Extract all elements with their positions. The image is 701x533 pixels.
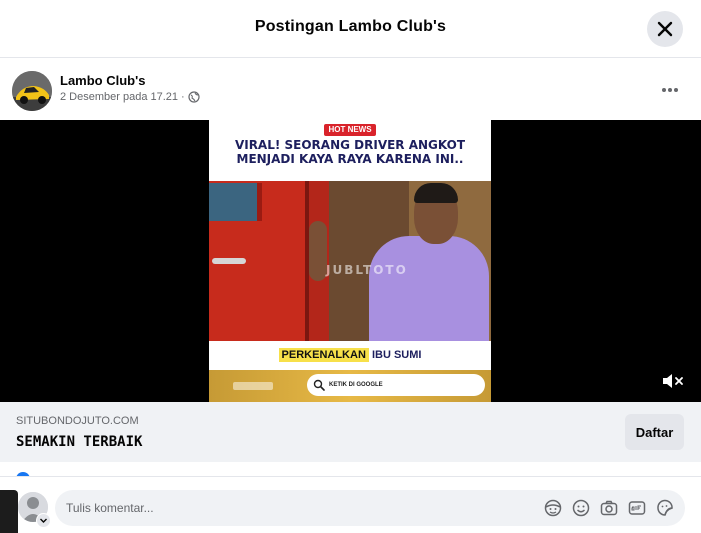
globe-icon [188,91,200,103]
van-handle [212,258,246,264]
headline-line-1: VIRAL! SEORANG DRIVER ANGKOT [234,138,466,152]
video-scene-image: JUBLTOTO [209,181,491,341]
sticker-icon [657,499,673,516]
chevron-down-icon [40,518,47,523]
post-header: Lambo Club's 2 Desember pada 17.21 · [0,58,701,120]
caption-highlight: PERKENALKAN [278,348,369,362]
camera-button[interactable] [599,498,619,518]
avatar-sticker-icon [544,499,562,517]
register-button[interactable]: Daftar [625,414,684,450]
emoji-button[interactable] [571,498,591,518]
close-icon [657,21,673,37]
headline-line-2: MENJADI KAYA RAYA KARENA INI.. [236,152,464,166]
video-headline: VIRAL! SEORANG DRIVER ANGKOT MENJADI KAY… [209,138,491,166]
mute-button[interactable] [660,370,686,392]
gif-icon [628,501,646,515]
page-avatar[interactable] [12,71,52,111]
hot-news-badge: HOT NEWS [324,124,376,136]
sticker-button[interactable] [655,498,675,518]
avatar-switch-button[interactable] [36,513,51,528]
post-meta: 2 Desember pada 17.21 · [60,91,200,103]
side-panel-edge [0,490,18,533]
comment-tools [543,498,675,518]
dialog-title: Postingan Lambo Club's [254,18,447,35]
more-options-icon [662,88,678,92]
ad-domain: SITUBONDOJUTO.COM [16,415,139,427]
ad-link-bar[interactable]: SITUBONDOJUTO.COM SEMAKIN TERBAIK Daftar [0,402,701,462]
video-frame: HOT NEWS VIRAL! SEORANG DRIVER ANGKOT ME… [209,120,491,402]
person-arm [309,221,327,281]
person-hair [414,183,458,203]
more-options-button[interactable] [656,80,684,100]
video-player[interactable]: HOT NEWS VIRAL! SEORANG DRIVER ANGKOT ME… [0,120,701,402]
news-label: NEWS [347,125,372,134]
caption-name: IBU SUMI [371,349,422,361]
ad-title: SEMAKIN TERBAIK [16,434,143,450]
volume-muted-icon [663,374,683,388]
emoji-icon [572,499,590,517]
video-controls [0,366,701,396]
post-timestamp[interactable]: 2 Desember pada 17.21 [60,91,178,103]
comment-composer [0,476,701,533]
hot-label: HOT [328,125,346,134]
van-window [209,183,262,221]
video-watermark: JUBLTOTO [326,263,408,277]
gif-button[interactable] [627,498,647,518]
person-shirt [369,236,489,341]
post-author-name[interactable]: Lambo Club's [60,73,145,88]
dialog-header: Postingan Lambo Club's [0,0,701,58]
lamborghini-car-image [12,71,52,111]
close-button[interactable] [647,11,683,47]
avatar-sticker-button[interactable] [543,498,563,518]
camera-icon [600,500,618,516]
meta-separator: · [181,91,185,103]
